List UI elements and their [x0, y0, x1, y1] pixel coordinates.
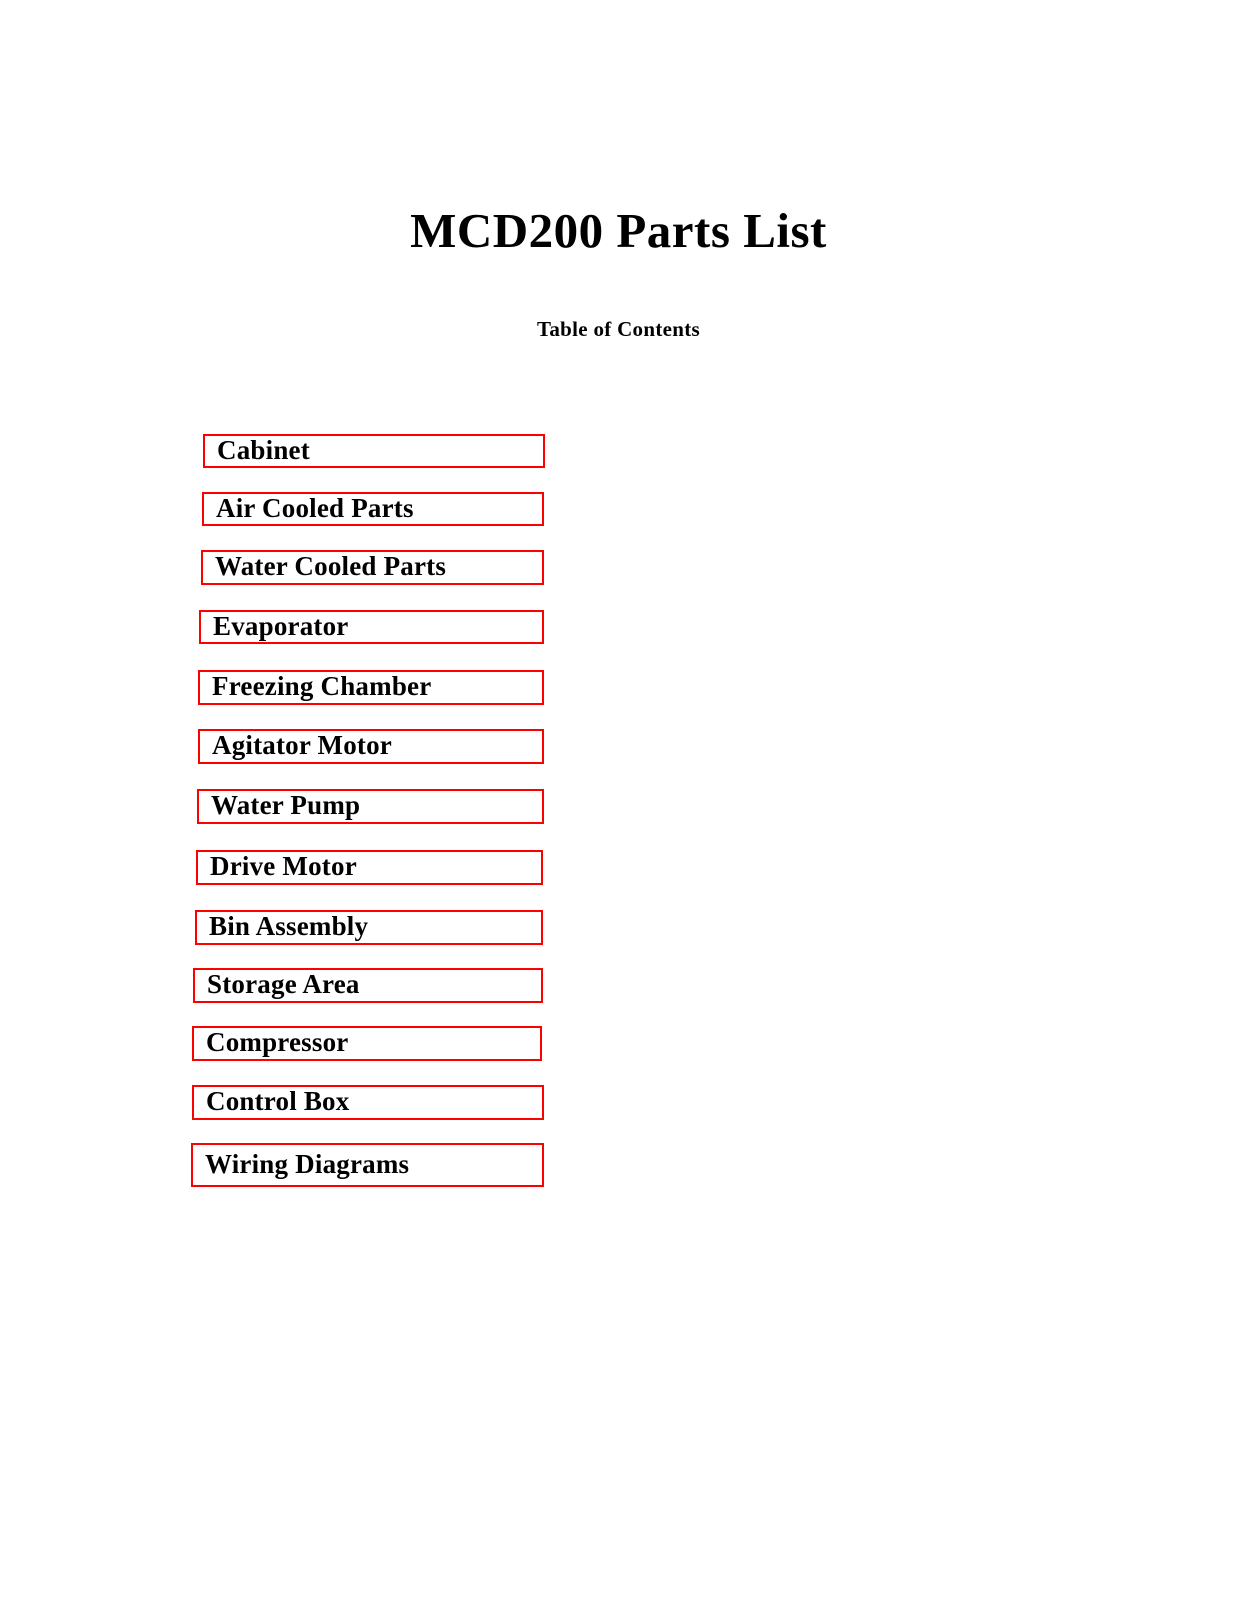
toc-link-label: Water Cooled Parts	[215, 551, 447, 581]
toc-link-evaporator[interactable]: Evaporator	[199, 610, 544, 644]
toc-link-wiring-diagrams[interactable]: Wiring Diagrams	[191, 1143, 544, 1187]
toc-link-air-cooled-parts[interactable]: Air Cooled Parts	[202, 492, 544, 526]
toc-link-label: Evaporator	[213, 610, 349, 641]
toc-link-label: Control Box	[206, 1086, 350, 1116]
toc-link-label: Drive Motor	[210, 851, 357, 881]
toc-link-label: Storage Area	[207, 969, 360, 999]
toc-link-label: Compressor	[206, 1027, 349, 1057]
toc-link-label: Cabinet	[217, 434, 310, 465]
toc-link-storage-area[interactable]: Storage Area	[193, 968, 543, 1003]
toc-link-control-box[interactable]: Control Box	[192, 1085, 544, 1120]
toc-link-agitator-motor[interactable]: Agitator Motor	[198, 729, 544, 764]
toc-link-compressor[interactable]: Compressor	[192, 1026, 542, 1061]
toc-link-water-pump[interactable]: Water Pump	[197, 789, 544, 824]
toc-link-cabinet[interactable]: Cabinet	[203, 434, 545, 468]
document-page: MCD200 Parts List Table of Contents Cabi…	[0, 0, 1237, 1600]
toc-link-label: Air Cooled Parts	[216, 492, 414, 523]
toc-link-bin-assembly[interactable]: Bin Assembly	[195, 910, 543, 945]
table-of-contents-list: Cabinet Air Cooled Parts Water Cooled Part…	[0, 0, 1237, 1600]
toc-link-freezing-chamber[interactable]: Freezing Chamber	[198, 670, 544, 705]
toc-link-label: Freezing Chamber	[212, 671, 432, 701]
toc-link-label: Agitator Motor	[212, 730, 392, 760]
toc-link-label: Wiring Diagrams	[205, 1148, 410, 1179]
toc-link-water-cooled-parts[interactable]: Water Cooled Parts	[201, 550, 544, 585]
toc-link-label: Bin Assembly	[209, 911, 369, 941]
toc-link-label: Water Pump	[211, 790, 361, 820]
toc-link-drive-motor[interactable]: Drive Motor	[196, 850, 543, 885]
